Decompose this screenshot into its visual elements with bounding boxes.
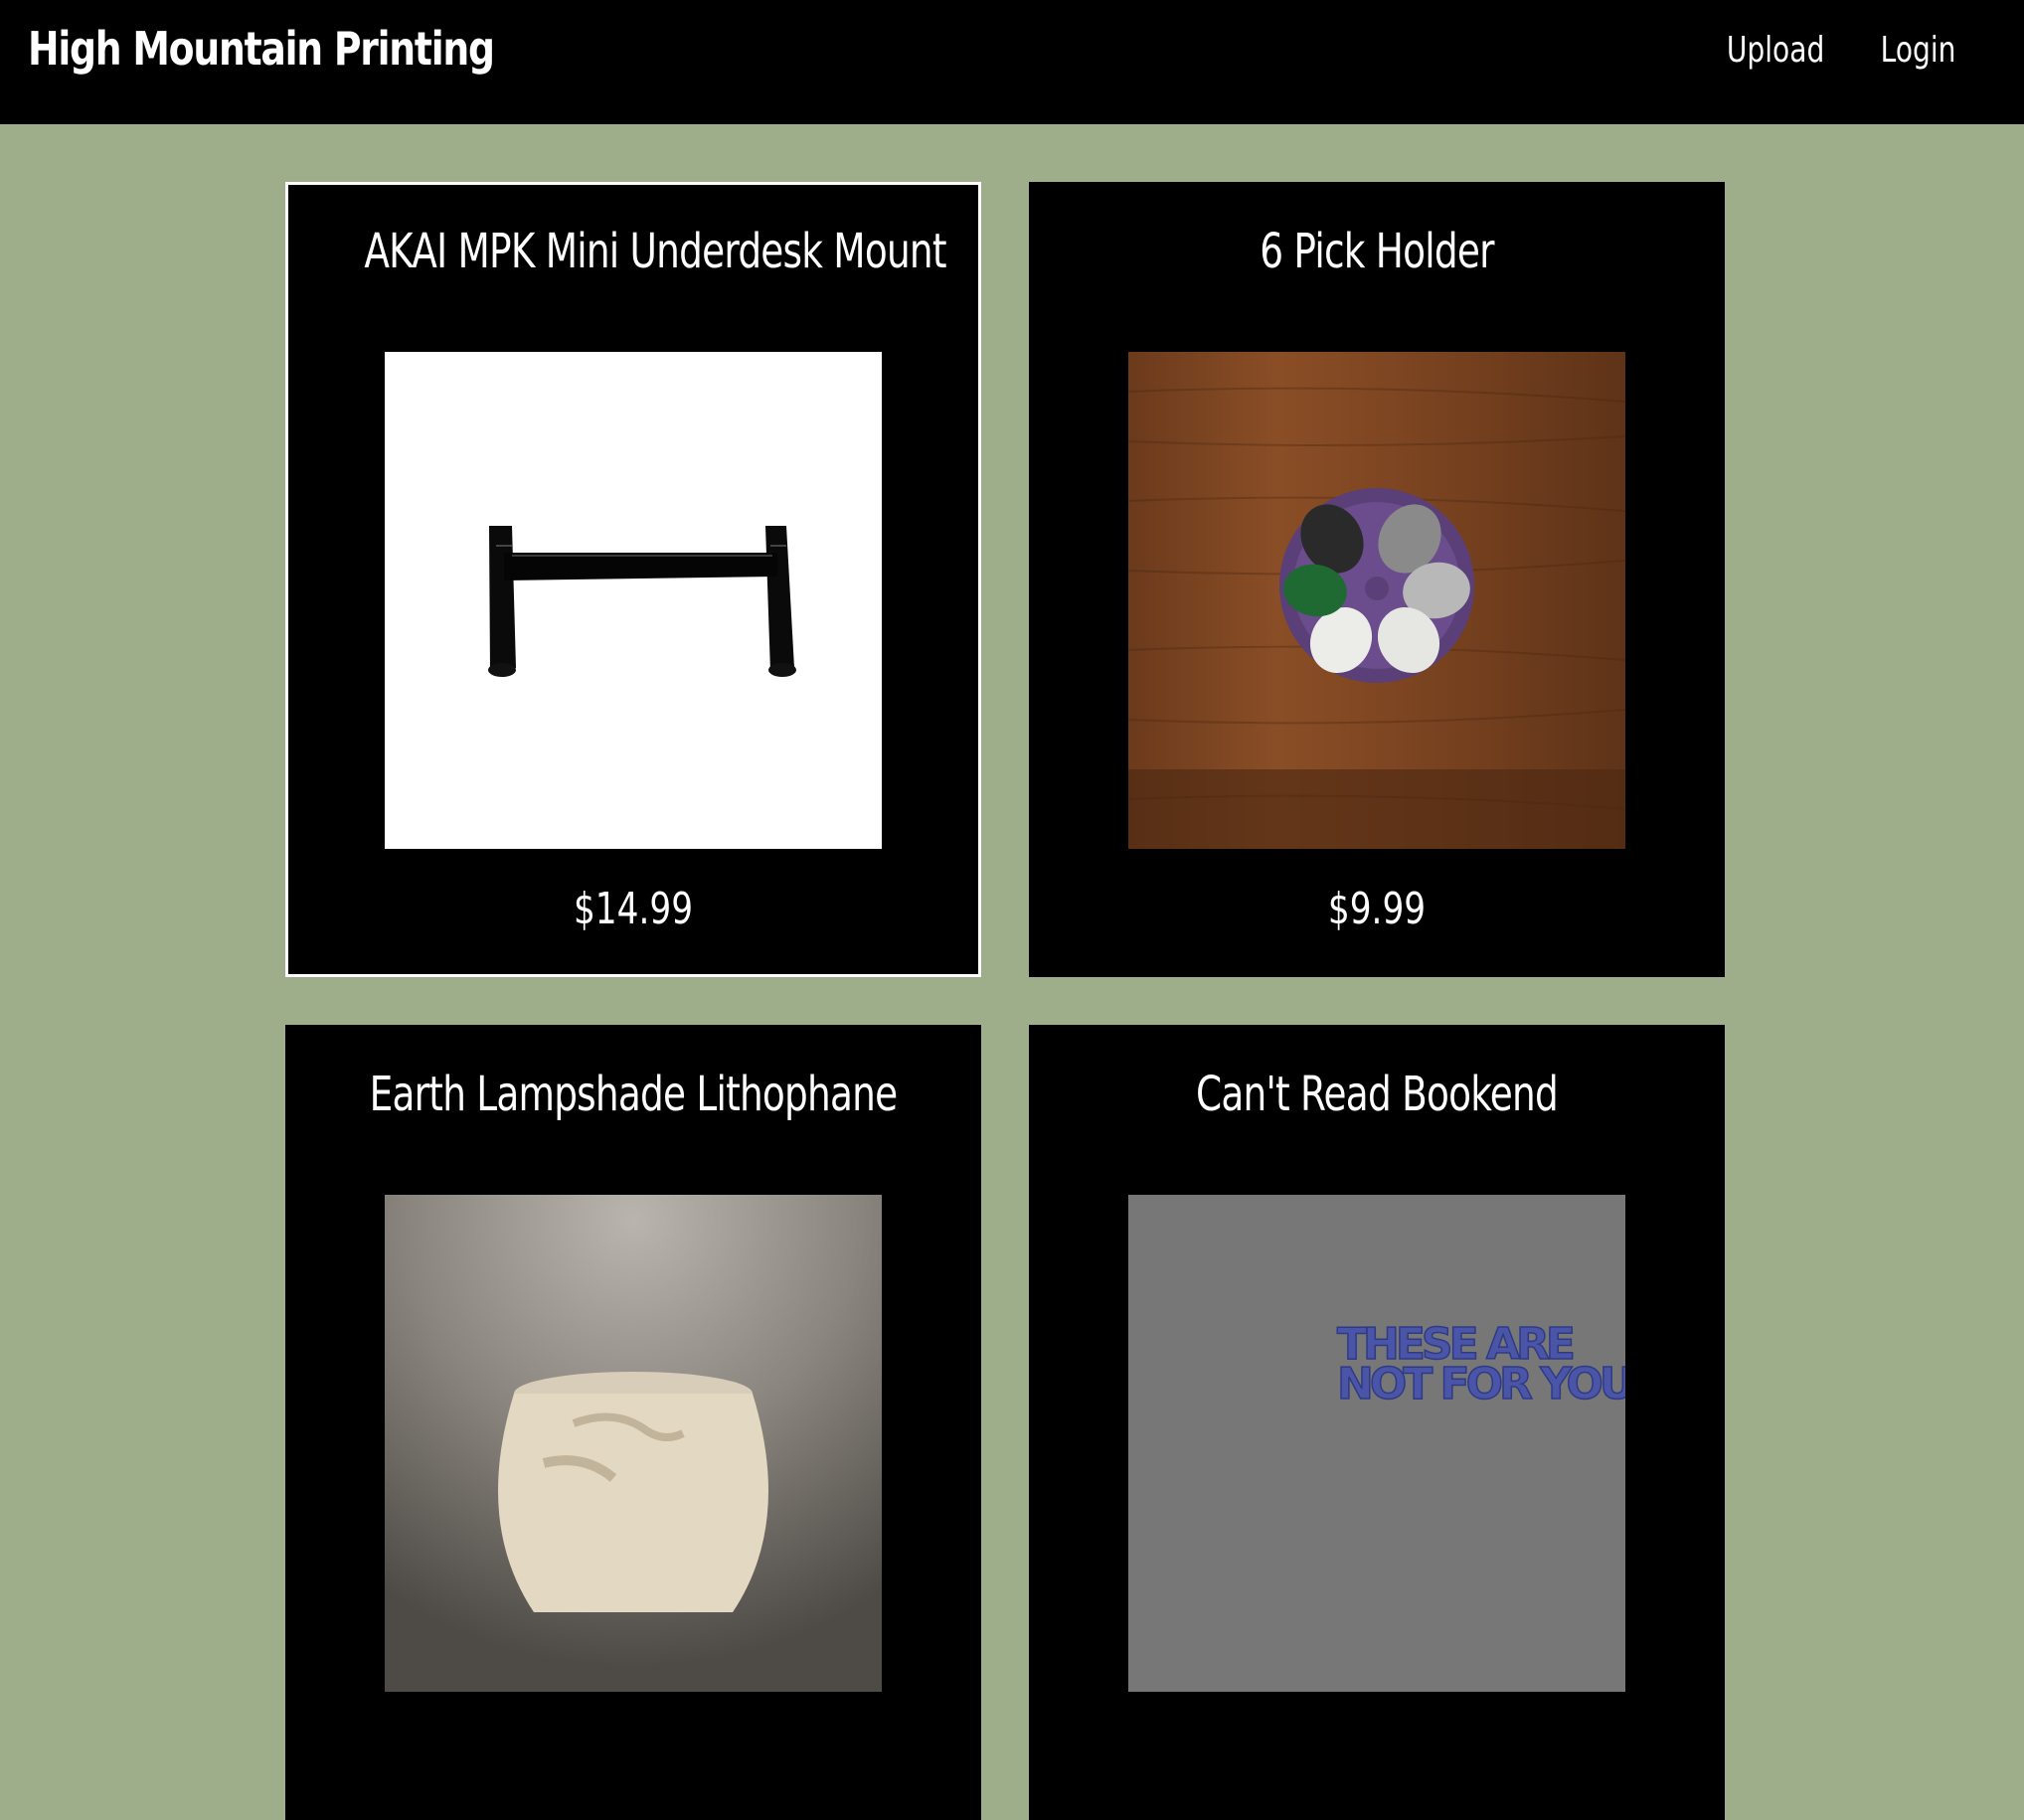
- site-brand[interactable]: High Mountain Printing: [28, 22, 495, 76]
- underdesk-mount-image[interactable]: [385, 352, 882, 849]
- login-link[interactable]: Login: [1881, 30, 1956, 71]
- product-card-pick-holder[interactable]: 6 Pick Holder $9.99: [1029, 182, 1725, 977]
- product-card-bookend[interactable]: Can't Read Bookend THESE ARE NOT FOR YOU: [1029, 1025, 1725, 1820]
- top-nav-bar: High Mountain Printing Upload Login: [0, 0, 2024, 124]
- product-title: 6 Pick Holder: [1260, 224, 1494, 279]
- lampshade-image[interactable]: [385, 1195, 882, 1692]
- pick-holder-image[interactable]: [1128, 352, 1625, 849]
- bookend-image[interactable]: THESE ARE NOT FOR YOU: [1128, 1195, 1625, 1692]
- product-title: Earth Lampshade Lithophane: [369, 1067, 898, 1122]
- upload-link[interactable]: Upload: [1727, 30, 1824, 71]
- bookend-text-line-2: NOT FOR YOU: [1337, 1359, 1625, 1409]
- product-price: $9.99: [1327, 884, 1427, 934]
- product-grid: AKAI MPK Mini Underdesk Mount $14.99 6 P…: [285, 182, 1725, 1820]
- product-title: AKAI MPK Mini Underdesk Mount: [364, 224, 946, 279]
- product-card-underdesk-mount[interactable]: AKAI MPK Mini Underdesk Mount $14.99: [285, 182, 981, 977]
- product-price: $14.99: [573, 884, 694, 934]
- product-card-earth-lampshade[interactable]: Earth Lampshade Lithophane: [285, 1025, 981, 1820]
- product-title: Can't Read Bookend: [1195, 1067, 1559, 1122]
- nav-links: Upload Login: [1713, 30, 1966, 71]
